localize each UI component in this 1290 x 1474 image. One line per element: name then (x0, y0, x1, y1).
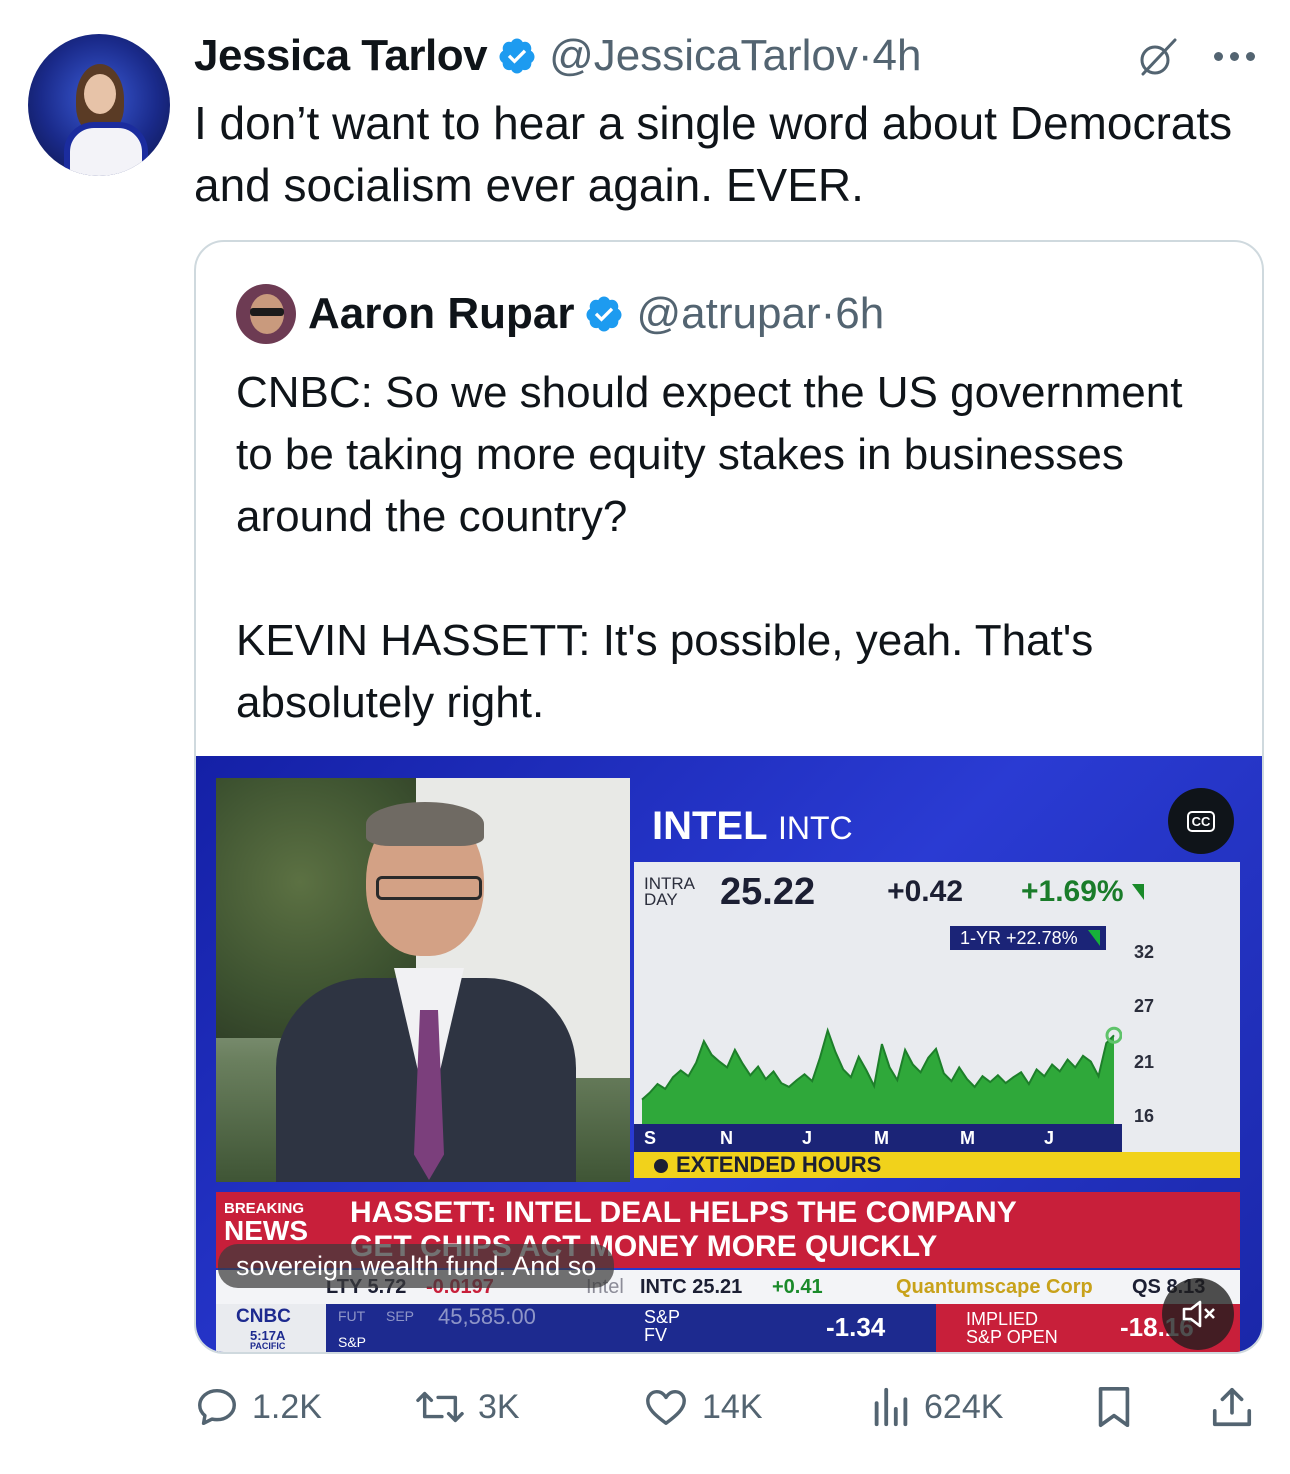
header-separator: · (857, 31, 873, 80)
tweet-time[interactable]: 4h (872, 31, 921, 81)
like-button[interactable]: 14K (642, 1382, 763, 1432)
sp-label: S&P (338, 1334, 367, 1350)
quoted-tweet-time[interactable]: 6h (835, 289, 884, 339)
verified-badge-icon (499, 38, 535, 74)
ticker-change: +0.41 (772, 1276, 823, 1298)
view-count: 624K (924, 1387, 1004, 1426)
stock-chart-panel: INTRA DAY 25.22 +0.42 +1.69% 1-YR +22.78… (634, 862, 1240, 1178)
spfv-line-1: S&P (644, 1307, 681, 1327)
x-tick-label: J (802, 1128, 813, 1148)
y-tick-label: 16 (1134, 1106, 1155, 1126)
cnbc-logo: CNBC 5:17A PACIFIC (216, 1304, 326, 1352)
cc-label: CC (1186, 810, 1216, 832)
ticker-company: Quantumscape Corp (896, 1276, 1093, 1298)
quoted-tweet[interactable]: Aaron Rupar @atrupar · 6h CNBC: So we sh… (194, 240, 1264, 1354)
intraday-label: INTRA DAY (644, 875, 720, 909)
stock-title: INTEL INTC (652, 804, 853, 849)
y-tick-label: 32 (1134, 942, 1155, 962)
stock-price: 25.22 (720, 870, 816, 913)
stock-ticker: INTC (777, 810, 853, 846)
reply-button[interactable]: 1.2K (194, 1382, 322, 1432)
more-options-icon[interactable] (1214, 46, 1260, 66)
x-tick-label: M (960, 1128, 975, 1148)
ticker-item: INTC 25.21 (640, 1276, 743, 1298)
stock-change-pct: +1.69% (1021, 875, 1124, 908)
reply-count: 1.2K (252, 1387, 322, 1426)
quoted-author-avatar[interactable] (236, 284, 296, 344)
quoted-author-handle[interactable]: @atrupar (636, 289, 820, 339)
x-tick-label: S (644, 1128, 657, 1148)
heart-icon (646, 1389, 686, 1426)
chart-area-fill (642, 1030, 1114, 1124)
up-triangle-icon (1087, 930, 1100, 946)
quoted-author-name[interactable]: Aaron Rupar (308, 289, 574, 339)
stock-quote-row: INTRA DAY 25.22 +0.42 +1.69% (644, 870, 1234, 914)
quoted-tweet-header: Aaron Rupar @atrupar · 6h (308, 286, 884, 342)
fut-month: SEP (386, 1308, 415, 1324)
video-caption: sovereign wealth fund. And so (218, 1244, 615, 1288)
grok-icon[interactable] (1135, 34, 1181, 80)
share-icon (1212, 1387, 1252, 1427)
quoted-tweet-text: CNBC: So we should expect the US governm… (236, 368, 1183, 727)
implied-line-1: IMPLIED (966, 1309, 1039, 1329)
speaker-glasses (376, 876, 482, 900)
mute-button[interactable] (1162, 1278, 1234, 1350)
one-year-change: +22.78% (1006, 928, 1078, 948)
closed-captions-button[interactable]: CC (1168, 788, 1234, 854)
implied-label: IMPLIED S&P OPEN (966, 1310, 1058, 1346)
speaker-hair (366, 802, 484, 846)
quoted-header-separator: · (820, 289, 836, 338)
stock-name: INTEL (652, 804, 767, 848)
extended-hours-label: EXTENDED HOURS (676, 1152, 882, 1177)
analytics-icon (874, 1387, 908, 1427)
tweet-header: Jessica Tarlov @JessicaTarlov · 4h (194, 30, 921, 82)
extended-hours-icon (654, 1159, 668, 1173)
author-avatar[interactable] (28, 34, 170, 176)
tweet-text: I don’t want to hear a single word about… (194, 97, 1233, 211)
intraday-label-2: DAY (644, 890, 678, 909)
one-year-label: 1-YR (960, 928, 1002, 948)
x-tick-label: N (720, 1128, 733, 1148)
stock-area-chart (641, 1026, 1122, 1124)
y-tick-label: 21 (1134, 1052, 1155, 1072)
spfv-value: -1.34 (826, 1312, 886, 1342)
y-tick-label: 27 (1134, 996, 1155, 1016)
clock-zone: PACIFIC (250, 1341, 286, 1351)
speaker-muted-icon (1182, 1300, 1215, 1328)
chart-x-axis: S N J M M J (634, 1124, 1122, 1152)
fut-label: FUT (338, 1308, 366, 1324)
extended-hours-bar: EXTENDED HOURS (634, 1152, 1240, 1178)
sp-fv-label: S&P FV (644, 1308, 680, 1344)
video-camera-feed (216, 778, 630, 1182)
bookmark-button[interactable] (1094, 1382, 1134, 1432)
bookmark-icon (1098, 1386, 1130, 1428)
author-name[interactable]: Jessica Tarlov (194, 31, 488, 81)
news-label: NEWS (224, 1215, 308, 1246)
avatar-body (64, 122, 148, 176)
fut-value: 45,585.00 (438, 1304, 536, 1329)
one-year-badge: 1-YR +22.78% (950, 926, 1106, 950)
implied-line-2: S&P OPEN (966, 1327, 1058, 1347)
headline-line-1: HASSETT: INTEL DEAL HELPS THE COMPANY (350, 1196, 1017, 1229)
views-button[interactable]: 624K (870, 1382, 1003, 1432)
video-player[interactable]: INTEL INTC CC INTRA DAY 25.22 +0.42 +1.6… (196, 756, 1262, 1352)
reply-icon (198, 1388, 236, 1426)
author-handle[interactable]: @JessicaTarlov (549, 31, 858, 81)
share-button[interactable] (1210, 1382, 1254, 1432)
network-name: CNBC (236, 1306, 291, 1327)
x-tick-label: J (1044, 1128, 1055, 1148)
up-triangle-icon (1131, 884, 1144, 900)
like-count: 14K (702, 1387, 763, 1426)
repost-button[interactable]: 3K (414, 1382, 520, 1432)
index-ticker-strip: CNBC 5:17A PACIFIC FUT SEP 45,585.00 S&P… (216, 1304, 1240, 1352)
avatar-face (84, 74, 116, 114)
stock-change: +0.42 (887, 875, 964, 908)
repost-count: 3K (478, 1387, 520, 1426)
repost-icon (416, 1391, 464, 1423)
tweet-action-bar: 1.2K 3K 14K 624K (194, 1382, 1260, 1432)
quoted-avatar-glasses (250, 308, 284, 316)
spfv-line-2: FV (644, 1325, 668, 1345)
x-tick-label: M (874, 1128, 889, 1148)
verified-badge-icon (586, 296, 622, 332)
